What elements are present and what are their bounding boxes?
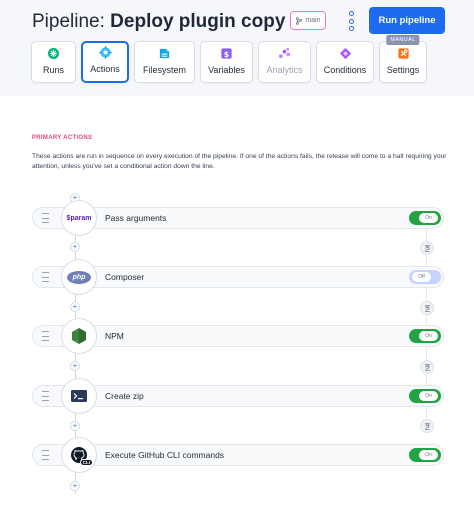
tab-filesystem[interactable]: Filesystem [134,41,195,83]
title-prefix: Pipeline: [32,11,105,32]
filesystem-icon [158,47,171,60]
pipeline-name: Deploy plugin copy [110,11,286,32]
tab-label: Conditions [323,65,367,75]
toggle-state: On [419,213,438,223]
toggle-state: On [419,391,438,401]
php-icon: php [61,259,97,295]
hourglass-icon[interactable] [420,241,434,255]
add-action-button[interactable]: + [70,481,80,491]
hourglass-icon[interactable] [420,301,434,315]
action-label: NPM [105,331,124,341]
conditions-icon [339,47,352,60]
add-action-button[interactable]: + [70,421,80,431]
tab-runs[interactable]: Runs [31,41,76,83]
toggle-state: Off [412,272,431,282]
tab-label: Analytics [266,65,303,75]
hourglass-icon[interactable] [420,360,434,374]
runs-icon [47,47,60,60]
action-toggle[interactable]: Off [409,270,441,284]
actions-icon [98,46,112,59]
terminal-icon [61,378,97,414]
action-row-npm[interactable]: NPM On [32,318,444,354]
tab-variables[interactable]: $ Variables [200,41,253,83]
action-row-create-zip[interactable]: Create zip On [32,378,444,414]
hourglass-icon[interactable] [420,419,434,433]
header-area: Pipeline: Deploy plugin copy main Run pi… [0,0,474,96]
tab-label: Actions [90,64,120,74]
param-icon: $param [61,200,97,236]
manual-badge: MANUAL [386,35,420,45]
action-label: Composer [105,272,145,282]
action-toggle[interactable]: On [409,211,441,225]
php-icon-text: php [67,270,91,284]
drag-handle-icon[interactable] [41,331,50,341]
action-row-github-cli[interactable]: CLI Execute GitHub CLI commands On [32,437,444,473]
branch-badge[interactable]: main [290,11,326,30]
variables-icon: $ [220,47,233,60]
toggle-state: On [419,450,438,460]
tab-analytics[interactable]: Analytics [258,41,311,83]
github-cli-icon: CLI [61,437,97,473]
analytics-icon [278,47,291,60]
tab-conditions[interactable]: Conditions [316,41,374,83]
action-label: Pass arguments [105,213,167,223]
tab-label: Settings [386,65,420,75]
tab-label: Variables [208,65,245,75]
drag-handle-icon[interactable] [41,391,50,401]
tab-settings[interactable]: MANUAL Settings [379,35,427,83]
drag-handle-icon[interactable] [41,272,50,282]
add-action-button[interactable]: + [70,302,80,312]
branch-icon [296,16,303,25]
branch-label: main [305,17,321,24]
settings-icon [397,47,410,60]
tab-label: Runs [42,65,64,75]
page-title: Pipeline: Deploy plugin copy [32,10,285,34]
action-row-pass-arguments[interactable]: $param Pass arguments On [32,200,444,236]
tab-label: Filesystem [142,65,186,75]
svg-text:$: $ [224,50,229,59]
section-title: PRIMARY ACTIONS [32,135,93,141]
add-action-button[interactable]: + [70,361,80,371]
toggle-state: On [419,331,438,341]
drag-handle-icon[interactable] [41,450,50,460]
add-action-button[interactable]: + [70,242,80,252]
action-toggle[interactable]: On [409,389,441,403]
run-pipeline-button[interactable]: Run pipeline [369,7,445,34]
more-options-icon[interactable] [346,11,356,31]
action-toggle[interactable]: On [409,448,441,462]
action-toggle[interactable]: On [409,329,441,343]
drag-handle-icon[interactable] [41,213,50,223]
action-label: Execute GitHub CLI commands [105,450,225,460]
tab-actions[interactable]: Actions [81,41,129,83]
param-icon-text: $param [66,214,92,222]
action-row-composer[interactable]: php Composer Off [32,259,444,295]
cli-badge: CLI [79,459,93,466]
section-description: These actions are run in sequence on eve… [32,153,447,170]
action-label: Create zip [105,391,144,401]
nodejs-icon [61,318,97,354]
